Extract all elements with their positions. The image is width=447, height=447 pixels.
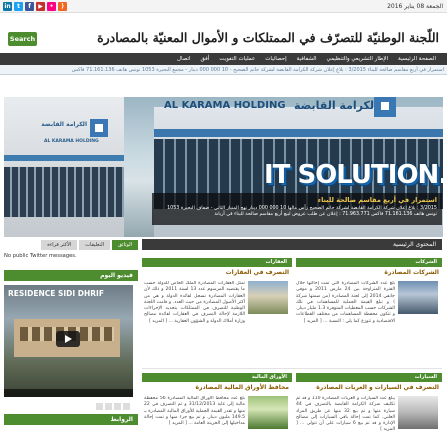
- realestate-text: تمثل العقارات المصادرة الملك الخاص للدول…: [144, 281, 245, 324]
- nav-item-legal[interactable]: الإطار التشريعي والتنظيمي: [321, 53, 393, 65]
- flickr-icon[interactable]: •: [47, 2, 56, 11]
- nav-item-stats[interactable]: إحصائيات: [260, 53, 291, 65]
- brand-name-en: AL KARAMA HOLDING: [164, 100, 286, 111]
- video-controls[interactable]: [4, 389, 133, 397]
- site-header: Search اللّجنة الوطنيّة للتصرّف في الممت…: [0, 13, 447, 53]
- video-title: RESIDENCE SIDI DHRIF: [8, 289, 104, 298]
- sidebar-tabs: الوثائق التعليقات الأكثر قراءة: [4, 240, 138, 250]
- search-button[interactable]: Search: [8, 32, 37, 46]
- section-realestate-header: العقارات: [142, 258, 292, 267]
- companies-text: بلغ عدد الشركات المصادرة التي تمت إحالته…: [296, 281, 395, 324]
- nav-item-contact[interactable]: اتصال: [172, 53, 196, 65]
- securities-text: بلغ عدد محافظ الأوراق المالية المصادرة 5…: [144, 396, 245, 427]
- cars-thumbnail[interactable]: [398, 396, 438, 429]
- companies-subtitle[interactable]: الشركات المصادرة: [384, 269, 439, 276]
- top-bar: in t f ▶ • ) الجمعة 08 يناير 2016: [0, 0, 447, 13]
- site-title[interactable]: اللّجنة الوطنيّة للتصرّف في الممتلكات و …: [97, 30, 439, 45]
- caption-title[interactable]: استمرار في أربع مقاسم صالحة للبناء: [157, 196, 437, 204]
- twitter-feed-empty: No public Twitter messages.: [4, 253, 77, 259]
- video-pager[interactable]: [96, 403, 130, 410]
- twitter-icon[interactable]: t: [14, 2, 23, 11]
- main-nav: الصفحة الرئيسية الإطار التشريعي والتنظيم…: [0, 53, 447, 65]
- caption-body: 3/2015 : بلاغ إعلان شركة الكرامة القابضة…: [167, 206, 437, 217]
- nav-item-home[interactable]: الصفحة الرئيسية: [393, 53, 441, 65]
- ticker-text[interactable]: استمرار في أربع مقاسم صالحة للبناء 3/201…: [72, 67, 444, 73]
- main-content-header: المحتوى الرئيسية: [142, 239, 442, 250]
- realestate-subtitle[interactable]: التصرف في العقارات: [226, 269, 289, 276]
- banner-building-left: [4, 97, 124, 237]
- cars-subtitle[interactable]: التصرف في السيارات و العربات المصادرة: [316, 384, 439, 391]
- tab-most-read[interactable]: الأكثر قراءة: [41, 240, 78, 250]
- section-companies-header: الشركات: [296, 258, 442, 267]
- section-securities-header: الأوراق المالية: [142, 373, 292, 382]
- links-header: الروابط: [4, 414, 138, 425]
- securities-thumbnail[interactable]: [248, 396, 288, 429]
- current-date: الجمعة 08 يناير 2016: [387, 3, 443, 10]
- tab-comments[interactable]: التعليقات: [79, 240, 111, 250]
- pager-square[interactable]: [123, 403, 130, 410]
- nav-item-horizon[interactable]: أفق: [196, 53, 215, 65]
- play-icon[interactable]: [56, 331, 80, 347]
- social-links: in t f ▶ • ): [3, 2, 67, 11]
- pager-square[interactable]: [96, 403, 103, 410]
- nav-item-sales[interactable]: عمليات التفويت: [214, 53, 260, 65]
- securities-subtitle[interactable]: محافظ الأوراق المالية المصادرة: [195, 384, 289, 391]
- realestate-thumbnail[interactable]: [248, 281, 288, 314]
- section-cars-header: السيارات: [296, 373, 442, 382]
- divider: [142, 368, 442, 369]
- news-ticker[interactable]: استمرار في أربع مقاسم صالحة للبناء 3/201…: [0, 65, 447, 75]
- pager-square[interactable]: [114, 403, 121, 410]
- brand-name-ar: الكرامة القابضة: [294, 99, 378, 112]
- pager-square[interactable]: [105, 403, 112, 410]
- facebook-icon[interactable]: f: [25, 2, 34, 11]
- karama-logo-left: الكرامة القابضة AL KARAMA HOLDING: [41, 119, 109, 147]
- watermark-text: IT SOLUTION.: [264, 160, 443, 190]
- nav-item-transparency[interactable]: الشفافية: [292, 53, 322, 65]
- banner-caption[interactable]: استمرار في أربع مقاسم صالحة للبناء 3/201…: [152, 193, 442, 225]
- video-player[interactable]: RESIDENCE SIDI DHRIF: [4, 285, 133, 397]
- video-of-day-header: فيديو اليوم: [4, 270, 138, 281]
- cars-text: يبلغ عدد السيارات و العربات المصادرة 110…: [296, 396, 395, 433]
- main-content-title: المحتوى الرئيسية: [392, 241, 436, 248]
- rss-icon[interactable]: ): [58, 2, 67, 11]
- tab-documents[interactable]: الوثائق: [112, 240, 138, 250]
- brand-logo-icon: [374, 97, 396, 117]
- youtube-icon[interactable]: ▶: [36, 2, 45, 11]
- companies-thumbnail[interactable]: [398, 281, 438, 314]
- linkedin-icon[interactable]: in: [3, 2, 12, 11]
